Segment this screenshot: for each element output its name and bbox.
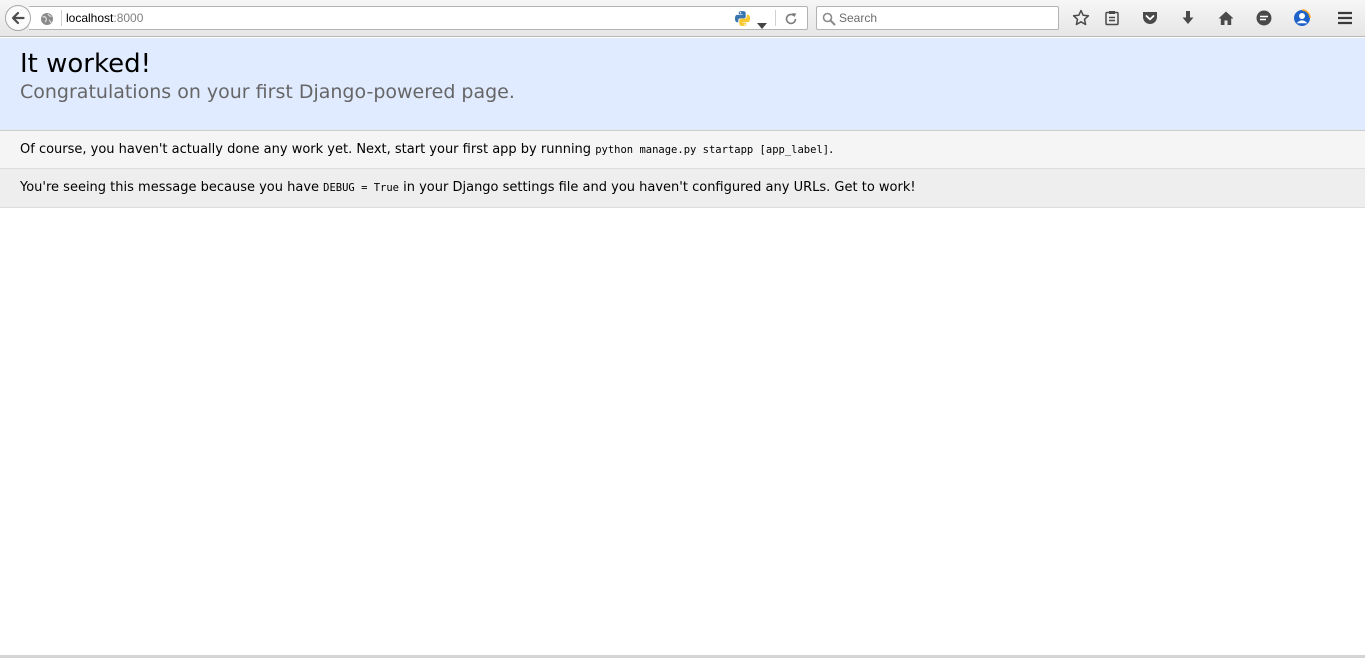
url-bar[interactable]: localhost:8000 — [29, 6, 808, 30]
instructions-suffix: . — [829, 142, 834, 157]
url-host: localhost — [66, 11, 114, 25]
explanation-section: You're seeing this message because you h… — [0, 169, 1365, 208]
dropdown-icon[interactable] — [757, 15, 767, 34]
url-separator-2 — [775, 10, 776, 26]
explanation-suffix: in your Django settings file and you hav… — [399, 180, 916, 195]
summary-section: It worked! Congratulations on your first… — [0, 38, 1365, 131]
browser-toolbar: localhost:8000 — [0, 0, 1365, 37]
home-icon[interactable] — [1216, 8, 1236, 28]
bookmark-star-icon[interactable] — [1071, 8, 1091, 28]
pocket-icon[interactable] — [1140, 8, 1160, 28]
menu-icon[interactable] — [1335, 8, 1355, 28]
back-button[interactable] — [5, 5, 31, 31]
startapp-command: python manage.py startapp [app_label] — [595, 144, 830, 156]
reading-list-icon[interactable] — [1102, 8, 1122, 28]
url-text[interactable]: localhost:8000 — [66, 10, 143, 26]
page-title: It worked! — [20, 49, 152, 79]
instructions-section: Of course, you haven't actually done any… — [0, 131, 1365, 169]
search-bar[interactable] — [816, 6, 1059, 30]
explanation-text: You're seeing this message because you h… — [20, 180, 916, 196]
debug-setting: DEBUG = True — [323, 182, 399, 194]
url-port: :8000 — [113, 11, 144, 25]
globe-icon[interactable] — [40, 11, 54, 30]
url-separator — [61, 10, 62, 26]
search-icon — [822, 11, 836, 30]
instructions-text: Of course, you haven't actually done any… — [20, 142, 833, 158]
explanation-prefix: You're seeing this message because you h… — [20, 180, 324, 195]
chat-icon[interactable] — [1254, 8, 1274, 28]
python-icon[interactable] — [734, 10, 751, 31]
page-subtitle: Congratulations on your first Django-pow… — [20, 81, 515, 103]
reload-icon[interactable] — [784, 11, 798, 30]
profile-icon[interactable] — [1292, 8, 1312, 28]
back-icon — [11, 11, 25, 25]
search-input[interactable] — [839, 9, 1049, 27]
download-icon[interactable] — [1178, 8, 1198, 28]
instructions-prefix: Of course, you haven't actually done any… — [20, 142, 596, 157]
